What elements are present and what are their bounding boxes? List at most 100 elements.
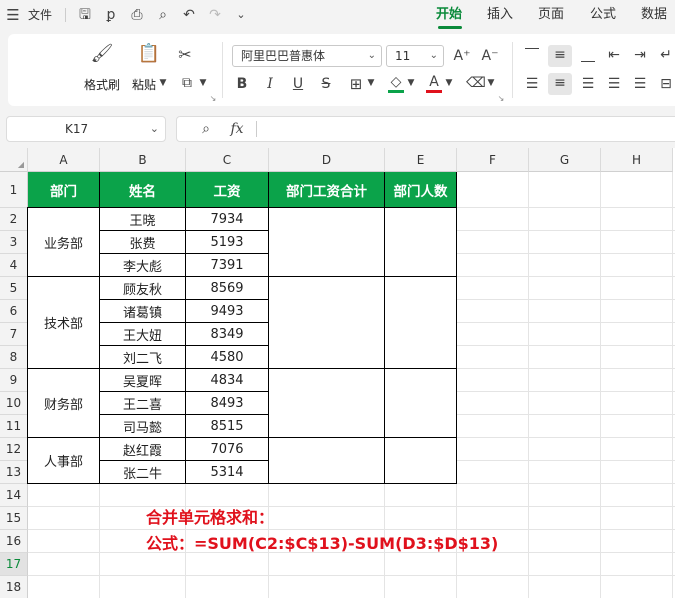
font-name-select[interactable]: 阿里巴巴普惠体 ⌄ (232, 45, 382, 67)
align-center-icon[interactable]: ≡ (548, 73, 572, 95)
redo-icon[interactable]: ↷ (206, 5, 224, 25)
name-cell[interactable]: 王大妞 (100, 323, 186, 346)
name-cell[interactable]: 吴夏晖 (100, 369, 186, 392)
name-cell[interactable]: 李大彪 (100, 254, 186, 277)
wrap-text-icon[interactable]: ↵ (656, 45, 675, 65)
salary-cell[interactable]: 7391 (186, 254, 269, 277)
name-cell[interactable]: 张费 (100, 231, 186, 254)
department-cell[interactable]: 财务部 (28, 369, 100, 438)
fill-color-chevron-icon[interactable]: ▼ (406, 76, 416, 90)
row-header-18[interactable]: 18 (0, 576, 28, 598)
row-header-11[interactable]: 11 (0, 415, 28, 438)
department-salary-total-cell[interactable] (269, 369, 385, 438)
name-box[interactable]: K17 ⌄ (6, 116, 166, 142)
tab-page[interactable]: 页面 (538, 0, 564, 30)
fx-icon[interactable]: fx (226, 119, 248, 139)
save-icon[interactable]: 🖫 (76, 5, 94, 25)
border-dropdown-chevron-icon[interactable]: ▼ (366, 76, 376, 90)
salary-cell[interactable]: 8569 (186, 277, 269, 300)
row-header-4[interactable]: 4 (0, 254, 28, 277)
row-header-8[interactable]: 8 (0, 346, 28, 369)
font-launcher-icon[interactable]: ↘ (496, 94, 506, 104)
hamburger-icon[interactable]: ☰ (4, 5, 22, 25)
row-header-2[interactable]: 2 (0, 208, 28, 231)
salary-cell[interactable]: 4580 (186, 346, 269, 369)
copy-icon[interactable]: ⧉ (177, 73, 197, 93)
align-right-icon[interactable]: ☰ (578, 74, 598, 94)
department-cell[interactable]: 人事部 (28, 438, 100, 484)
underline-button[interactable]: U (288, 74, 308, 94)
row-header-1[interactable]: 1 (0, 172, 28, 208)
decrease-indent-icon[interactable]: ⇤ (604, 45, 624, 65)
name-cell[interactable]: 张二牛 (100, 461, 186, 484)
salary-cell[interactable]: 4834 (186, 369, 269, 392)
distributed-icon[interactable]: ☰ (630, 74, 650, 94)
eraser-icon[interactable]: ⌫ (466, 73, 486, 93)
row-header-5[interactable]: 5 (0, 277, 28, 300)
department-cell[interactable]: 技术部 (28, 277, 100, 369)
row-header-16[interactable]: 16 (0, 530, 28, 553)
column-header-b[interactable]: B (100, 148, 186, 172)
eraser-chevron-icon[interactable]: ▼ (486, 76, 496, 90)
department-count-cell[interactable] (385, 369, 457, 438)
row-header-12[interactable]: 12 (0, 438, 28, 461)
clipboard-launcher-icon[interactable]: ↘ (208, 94, 218, 104)
increase-indent-icon[interactable]: ⇥ (630, 45, 650, 65)
chevron-down-icon[interactable]: ⌄ (232, 5, 250, 25)
salary-cell[interactable]: 7076 (186, 438, 269, 461)
font-color-icon[interactable]: A (424, 72, 444, 92)
name-cell[interactable]: 诸葛镇 (100, 300, 186, 323)
column-header-f[interactable]: F (457, 148, 529, 172)
column-header-a[interactable]: A (28, 148, 100, 172)
salary-cell[interactable]: 8493 (186, 392, 269, 415)
row-header-14[interactable]: 14 (0, 484, 28, 507)
column-header-g[interactable]: G (529, 148, 601, 172)
department-count-cell[interactable] (385, 277, 457, 369)
table-header-cell[interactable]: 姓名 (100, 172, 186, 208)
row-header-17[interactable]: 17 (0, 553, 28, 576)
department-cell[interactable]: 业务部 (28, 208, 100, 277)
table-header-cell[interactable]: 部门工资合计 (269, 172, 385, 208)
bold-button[interactable]: B (232, 74, 252, 94)
table-header-cell[interactable]: 工资 (186, 172, 269, 208)
justify-icon[interactable]: ☰ (604, 74, 624, 94)
salary-cell[interactable]: 5193 (186, 231, 269, 254)
cut-icon[interactable]: ✂ (175, 45, 195, 65)
paste-icon[interactable]: 📋 (137, 44, 161, 64)
merge-cells-icon[interactable]: ⊟ (656, 74, 675, 94)
paste-dropdown-chevron-icon[interactable]: ▼ (158, 76, 168, 90)
salary-cell[interactable]: 9493 (186, 300, 269, 323)
row-header-9[interactable]: 9 (0, 369, 28, 392)
column-header-c[interactable]: C (186, 148, 269, 172)
brush-icon[interactable]: ꝑ (102, 5, 120, 25)
row-header-6[interactable]: 6 (0, 300, 28, 323)
border-icon[interactable]: ⊞ (346, 74, 366, 94)
row-header-15[interactable]: 15 (0, 507, 28, 530)
name-cell[interactable]: 顾友秋 (100, 277, 186, 300)
name-cell[interactable]: 刘二飞 (100, 346, 186, 369)
row-header-10[interactable]: 10 (0, 392, 28, 415)
department-salary-total-cell[interactable] (269, 277, 385, 369)
row-header-7[interactable]: 7 (0, 323, 28, 346)
department-count-cell[interactable] (385, 208, 457, 277)
fill-color-icon[interactable]: ◇ (386, 72, 406, 92)
salary-cell[interactable]: 5314 (186, 461, 269, 484)
row-header-13[interactable]: 13 (0, 461, 28, 484)
department-count-cell[interactable] (385, 438, 457, 484)
column-header-e[interactable]: E (385, 148, 457, 172)
print-preview-icon[interactable]: ⌕ (154, 5, 172, 25)
copy-dropdown-chevron-icon[interactable]: ▼ (198, 76, 208, 90)
shrink-font-icon[interactable]: A⁻ (480, 46, 500, 66)
row-header-3[interactable]: 3 (0, 231, 28, 254)
italic-button[interactable]: I (260, 74, 280, 94)
zoom-formula-icon[interactable]: ⌕ (196, 119, 216, 139)
formula-input[interactable] (176, 116, 675, 142)
tab-formula[interactable]: 公式 (590, 0, 616, 30)
department-salary-total-cell[interactable] (269, 438, 385, 484)
file-menu[interactable]: 文件 (28, 0, 52, 30)
grow-font-icon[interactable]: A⁺ (452, 46, 472, 66)
salary-cell[interactable]: 7934 (186, 208, 269, 231)
name-cell[interactable]: 王二喜 (100, 392, 186, 415)
name-cell[interactable]: 赵红霞 (100, 438, 186, 461)
paste-label[interactable]: 粘贴 (132, 76, 156, 93)
